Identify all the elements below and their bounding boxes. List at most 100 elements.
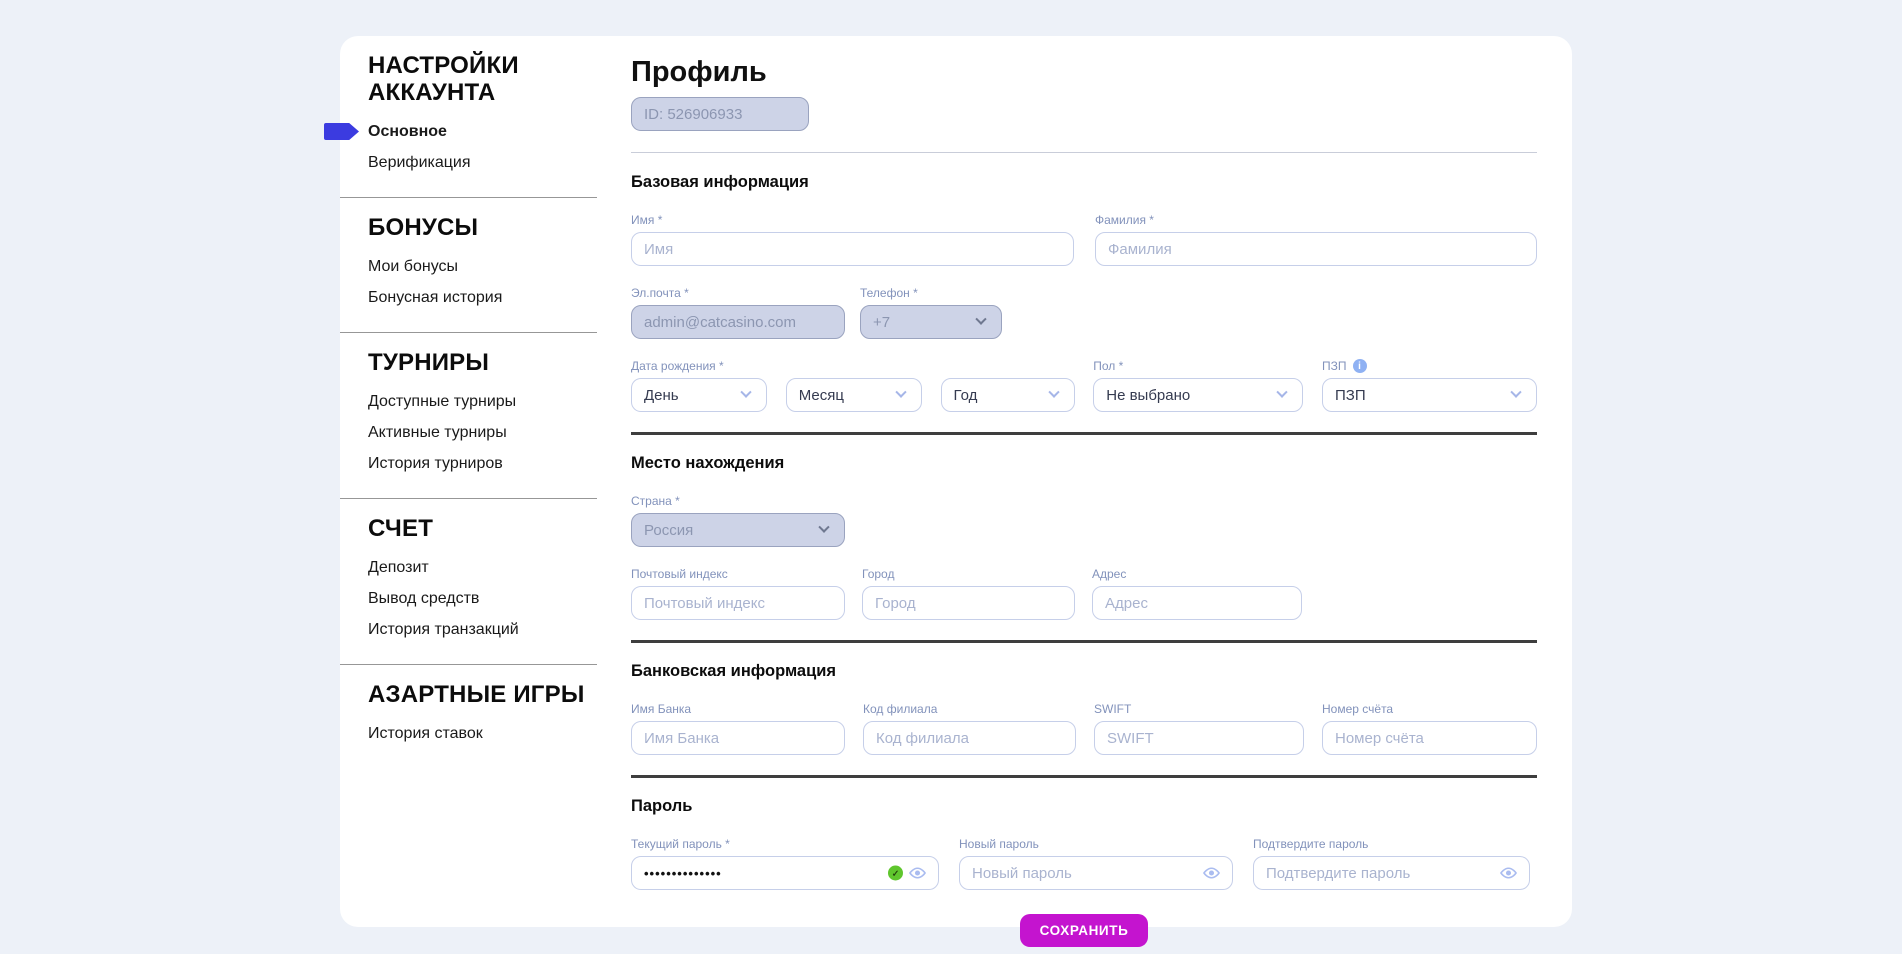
field-label: Страна * bbox=[631, 494, 680, 508]
birth-day-select[interactable]: День bbox=[631, 378, 767, 412]
new-password-input[interactable] bbox=[959, 856, 1233, 890]
confirm-password-input[interactable] bbox=[1253, 856, 1530, 890]
city-input[interactable] bbox=[862, 586, 1075, 620]
last-name-field: Фамилия * bbox=[1095, 213, 1537, 266]
sidebar-item-my-bonuses[interactable]: Мои бонусы bbox=[368, 258, 568, 275]
sidebar-group-gambling: АЗАРТНЫЕ ИГРЫ История ставок bbox=[340, 665, 597, 768]
chevron-down-icon bbox=[818, 522, 829, 533]
field-label: Текущий пароль * bbox=[631, 837, 730, 851]
field-label: Город bbox=[862, 567, 894, 581]
save-button-container: СОХРАНИТЬ bbox=[631, 914, 1537, 947]
birth-year-field: Год bbox=[941, 359, 1075, 412]
sidebar-item-label: Депозит bbox=[368, 559, 429, 576]
sidebar-group-account-settings: НАСТРОЙКИ АККАУНТА Основное Верификация bbox=[340, 52, 597, 198]
select-value: Не выбрано bbox=[1106, 387, 1190, 404]
first-name-input[interactable] bbox=[631, 232, 1074, 266]
birth-month-select[interactable]: Месяц bbox=[786, 378, 922, 412]
sidebar-item-label: Верификация bbox=[368, 154, 471, 171]
sidebar-item-bonus-history[interactable]: Бонусная история bbox=[368, 289, 568, 306]
zip-field: Почтовый индекс bbox=[631, 567, 845, 620]
field-label: Адрес bbox=[1092, 567, 1126, 581]
pzp-select[interactable]: ПЗП bbox=[1322, 378, 1537, 412]
password-row: Текущий пароль * ✓ Новый пароль bbox=[631, 837, 1537, 890]
chevron-down-icon bbox=[895, 387, 906, 398]
gender-field: Пол * Не выбрано bbox=[1093, 359, 1303, 412]
address-field: Адрес bbox=[1092, 567, 1302, 620]
select-value: +7 bbox=[873, 314, 890, 331]
page-title: Профиль bbox=[631, 56, 1537, 88]
sidebar-item-active-tournaments[interactable]: Активные турниры bbox=[368, 424, 568, 441]
sidebar-group-title: СЧЕТ bbox=[368, 515, 597, 542]
sidebar-group-bonuses: БОНУСЫ Мои бонусы Бонусная история bbox=[340, 198, 597, 333]
address-input[interactable] bbox=[1092, 586, 1302, 620]
chevron-down-icon bbox=[1277, 387, 1288, 398]
sidebar-group-title: БОНУСЫ bbox=[368, 214, 597, 241]
sidebar-item-bet-history[interactable]: История ставок bbox=[368, 725, 568, 742]
sidebar-group-title: НАСТРОЙКИ АККАУНТА bbox=[368, 52, 597, 106]
contact-row: Эл.почта * Телефон * +7 bbox=[631, 286, 1537, 339]
sidebar-item-verification[interactable]: Верификация bbox=[368, 154, 568, 171]
birth-month-field: Месяц bbox=[786, 359, 922, 412]
sidebar-item-label: Активные турниры bbox=[368, 424, 507, 441]
select-value: Месяц bbox=[799, 387, 844, 404]
city-field: Город bbox=[862, 567, 1075, 620]
sidebar-item-label: Вывод средств bbox=[368, 590, 479, 607]
sidebar-item-label: Мои бонусы bbox=[368, 258, 458, 275]
birth-day-field: Дата рождения * День bbox=[631, 359, 767, 412]
active-item-arrow-icon bbox=[324, 123, 359, 140]
field-label: Подтвердите пароль bbox=[1253, 837, 1368, 851]
account-number-input[interactable] bbox=[1322, 721, 1537, 755]
sidebar-item-transaction-history[interactable]: История транзакций bbox=[368, 621, 568, 638]
field-label: Фамилия * bbox=[1095, 213, 1154, 227]
zip-input[interactable] bbox=[631, 586, 845, 620]
phone-code-select: +7 bbox=[860, 305, 1002, 339]
birth-gender-row: Дата рождения * День Месяц Год bbox=[631, 359, 1537, 412]
sidebar-item-label: Бонусная история bbox=[368, 289, 502, 306]
sidebar-item-deposit[interactable]: Депозит bbox=[368, 559, 568, 576]
eye-icon[interactable] bbox=[1499, 867, 1518, 880]
divider bbox=[631, 152, 1537, 153]
sidebar-item-label: Основное bbox=[368, 123, 447, 140]
info-icon[interactable]: i bbox=[1353, 359, 1367, 373]
account-number-field: Номер счёта bbox=[1322, 702, 1537, 755]
profile-main: Профиль ID: 526906933 Базовая информация… bbox=[631, 36, 1572, 927]
branch-code-input[interactable] bbox=[863, 721, 1076, 755]
field-label: Имя * bbox=[631, 213, 662, 227]
sidebar-item-label: История турниров bbox=[368, 455, 503, 472]
field-label: Пол * bbox=[1093, 359, 1123, 373]
sidebar-item-available-tournaments[interactable]: Доступные турниры bbox=[368, 393, 568, 410]
new-password-field: Новый пароль bbox=[959, 837, 1233, 890]
last-name-input[interactable] bbox=[1095, 232, 1537, 266]
country-row: Страна * Россия bbox=[631, 494, 1537, 547]
eye-icon[interactable] bbox=[1202, 867, 1221, 880]
birth-year-select[interactable]: Год bbox=[941, 378, 1075, 412]
bank-name-input[interactable] bbox=[631, 721, 845, 755]
save-button[interactable]: СОХРАНИТЬ bbox=[1020, 914, 1148, 947]
swift-input[interactable] bbox=[1094, 721, 1304, 755]
divider bbox=[631, 775, 1537, 778]
user-id-field: ID: 526906933 bbox=[631, 97, 809, 131]
chevron-down-icon bbox=[975, 314, 986, 325]
field-label: Номер счёта bbox=[1322, 702, 1393, 716]
divider bbox=[631, 432, 1537, 435]
sidebar-group-account: СЧЕТ Депозит Вывод средств История транз… bbox=[340, 499, 597, 665]
section-heading-location: Место нахождения bbox=[631, 454, 1537, 473]
eye-icon[interactable] bbox=[908, 867, 927, 880]
sidebar-item-label: История ставок bbox=[368, 725, 483, 742]
field-label: Код филиала bbox=[863, 702, 937, 716]
account-settings-card: НАСТРОЙКИ АККАУНТА Основное Верификация … bbox=[340, 36, 1572, 927]
name-row: Имя * Фамилия * bbox=[631, 213, 1537, 266]
sidebar-item-tournament-history[interactable]: История турниров bbox=[368, 455, 568, 472]
field-label: SWIFT bbox=[1094, 702, 1131, 716]
email-field: Эл.почта * bbox=[631, 286, 845, 339]
section-heading-password: Пароль bbox=[631, 797, 1537, 816]
gender-select[interactable]: Не выбрано bbox=[1093, 378, 1303, 412]
sidebar-item-main[interactable]: Основное bbox=[368, 123, 568, 140]
bank-row: Имя Банка Код филиала SWIFT Номер счёта bbox=[631, 702, 1537, 755]
select-value: Россия bbox=[644, 522, 693, 539]
section-heading-basic: Базовая информация bbox=[631, 173, 1537, 192]
field-label: Имя Банка bbox=[631, 702, 691, 716]
select-value: Год bbox=[954, 387, 978, 404]
sidebar-item-withdrawal[interactable]: Вывод средств bbox=[368, 590, 568, 607]
chevron-down-icon bbox=[740, 387, 751, 398]
